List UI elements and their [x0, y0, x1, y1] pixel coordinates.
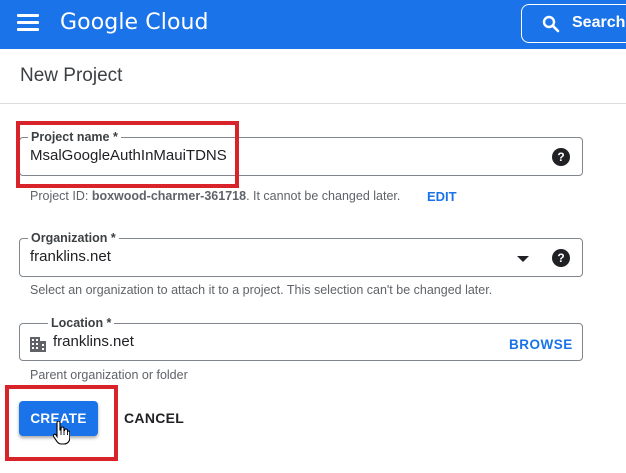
help-icon[interactable]: ?	[552, 249, 570, 267]
location-hint: Parent organization or folder	[30, 368, 188, 382]
help-icon[interactable]: ?	[552, 148, 570, 166]
annotation-box-project-name	[16, 121, 239, 188]
cancel-button[interactable]: CANCEL	[124, 410, 184, 426]
annotation-box-create	[5, 385, 118, 461]
top-app-bar: Google Cloud Search	[0, 0, 626, 49]
organization-select[interactable]: Organization * franklins.net ?	[19, 230, 583, 277]
search-button[interactable]: Search	[521, 4, 626, 43]
dropdown-arrow-icon[interactable]	[517, 256, 529, 262]
hamburger-menu-icon[interactable]	[17, 14, 39, 32]
organization-hint: Select an organization to attach it to a…	[30, 283, 493, 297]
search-icon	[542, 15, 560, 33]
google-cloud-logo[interactable]: Google Cloud	[60, 10, 209, 35]
location-field[interactable]: Location * franklins.net BROWSE	[19, 315, 583, 361]
organization-value: franklins.net	[30, 248, 111, 265]
page-title: New Project	[20, 65, 123, 86]
project-id-suffix: . It cannot be changed later.	[246, 189, 401, 203]
project-id-prefix: Project ID:	[30, 189, 92, 203]
building-icon	[30, 337, 46, 352]
location-label: Location *	[48, 315, 115, 331]
header-divider	[0, 103, 626, 104]
search-label: Search	[572, 14, 626, 31]
location-value: franklins.net	[53, 333, 134, 350]
organization-label: Organization *	[28, 230, 119, 246]
edit-project-id-link[interactable]: EDIT	[427, 189, 457, 204]
project-id-value: boxwood-charmer-361718	[91, 189, 247, 203]
project-id-hint: Project ID: boxwood-charmer-361718. It c…	[30, 189, 400, 203]
browse-button[interactable]: BROWSE	[509, 337, 573, 352]
